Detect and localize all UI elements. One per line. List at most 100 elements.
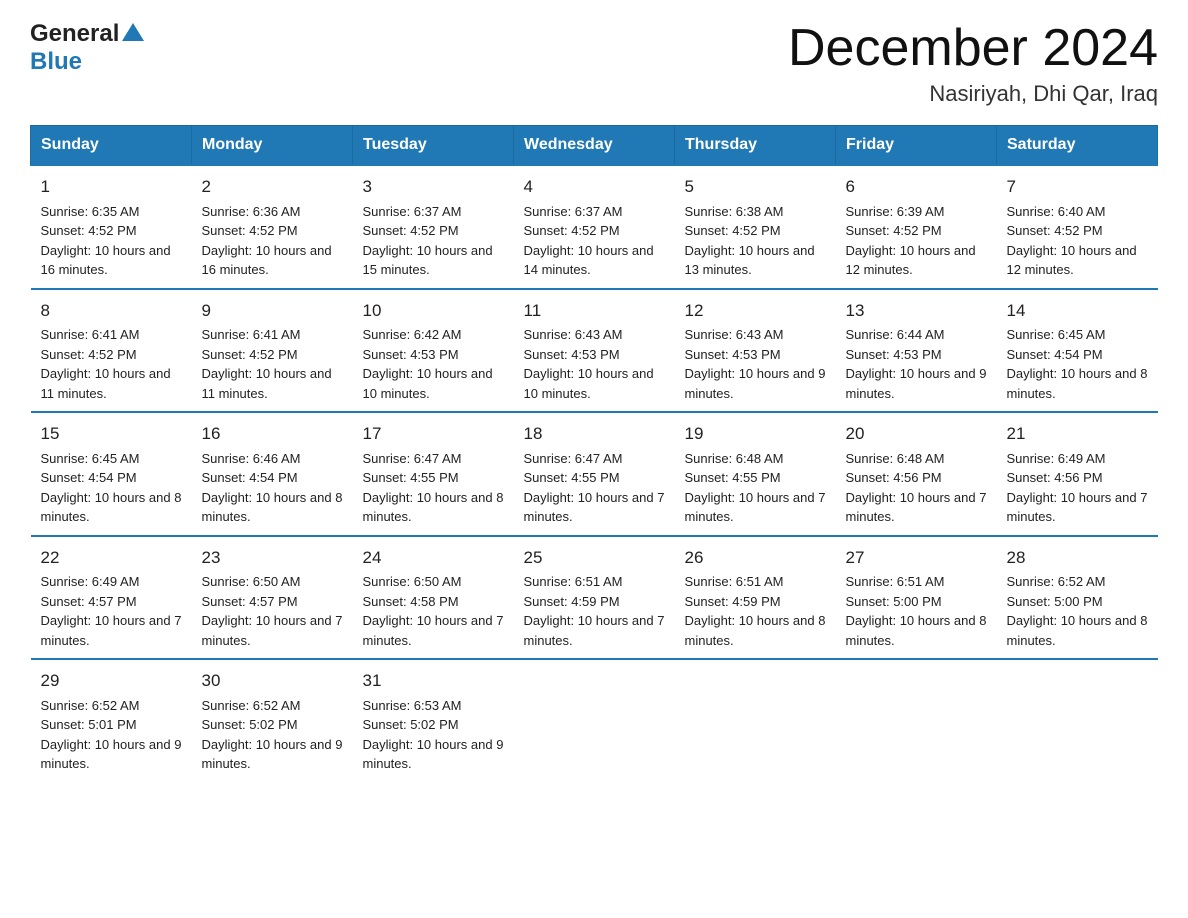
day-number: 4 (524, 174, 665, 200)
sunset-text: Sunset: 5:00 PM (846, 594, 942, 609)
header-day-sunday: Sunday (31, 126, 192, 166)
daylight-text: Daylight: 10 hours and 9 minutes. (685, 366, 826, 401)
day-number: 28 (1007, 545, 1148, 571)
daylight-text: Daylight: 10 hours and 10 minutes. (524, 366, 654, 401)
sunset-text: Sunset: 4:53 PM (363, 347, 459, 362)
title-block: December 2024 Nasiriyah, Dhi Qar, Iraq (788, 20, 1158, 107)
day-number: 24 (363, 545, 504, 571)
sunset-text: Sunset: 5:02 PM (363, 717, 459, 732)
calendar-table: SundayMondayTuesdayWednesdayThursdayFrid… (30, 125, 1158, 782)
sunrise-text: Sunrise: 6:50 AM (202, 574, 301, 589)
day-number: 27 (846, 545, 987, 571)
calendar-cell: 23Sunrise: 6:50 AMSunset: 4:57 PMDayligh… (192, 536, 353, 660)
sunrise-text: Sunrise: 6:41 AM (41, 327, 140, 342)
daylight-text: Daylight: 10 hours and 13 minutes. (685, 243, 815, 278)
daylight-text: Daylight: 10 hours and 9 minutes. (846, 366, 987, 401)
sunset-text: Sunset: 4:53 PM (846, 347, 942, 362)
sunset-text: Sunset: 4:52 PM (41, 223, 137, 238)
daylight-text: Daylight: 10 hours and 7 minutes. (685, 490, 826, 525)
day-number: 11 (524, 298, 665, 324)
sunset-text: Sunset: 5:00 PM (1007, 594, 1103, 609)
sunset-text: Sunset: 4:54 PM (41, 470, 137, 485)
sunrise-text: Sunrise: 6:43 AM (685, 327, 784, 342)
sunset-text: Sunset: 4:52 PM (41, 347, 137, 362)
sunrise-text: Sunrise: 6:38 AM (685, 204, 784, 219)
sunset-text: Sunset: 4:54 PM (1007, 347, 1103, 362)
sunrise-text: Sunrise: 6:52 AM (1007, 574, 1106, 589)
calendar-cell: 1Sunrise: 6:35 AMSunset: 4:52 PMDaylight… (31, 165, 192, 289)
sunrise-text: Sunrise: 6:52 AM (202, 698, 301, 713)
sunset-text: Sunset: 4:56 PM (846, 470, 942, 485)
header-day-friday: Friday (836, 126, 997, 166)
daylight-text: Daylight: 10 hours and 10 minutes. (363, 366, 493, 401)
calendar-cell: 11Sunrise: 6:43 AMSunset: 4:53 PMDayligh… (514, 289, 675, 413)
daylight-text: Daylight: 10 hours and 16 minutes. (41, 243, 171, 278)
sunrise-text: Sunrise: 6:53 AM (363, 698, 462, 713)
calendar-cell: 29Sunrise: 6:52 AMSunset: 5:01 PMDayligh… (31, 659, 192, 782)
sunrise-text: Sunrise: 6:51 AM (846, 574, 945, 589)
calendar-cell: 8Sunrise: 6:41 AMSunset: 4:52 PMDaylight… (31, 289, 192, 413)
sunset-text: Sunset: 4:52 PM (1007, 223, 1103, 238)
sunrise-text: Sunrise: 6:47 AM (524, 451, 623, 466)
day-number: 29 (41, 668, 182, 694)
calendar-cell: 7Sunrise: 6:40 AMSunset: 4:52 PMDaylight… (997, 165, 1158, 289)
day-number: 18 (524, 421, 665, 447)
daylight-text: Daylight: 10 hours and 12 minutes. (846, 243, 976, 278)
calendar-cell: 22Sunrise: 6:49 AMSunset: 4:57 PMDayligh… (31, 536, 192, 660)
sunset-text: Sunset: 4:55 PM (685, 470, 781, 485)
calendar-cell: 17Sunrise: 6:47 AMSunset: 4:55 PMDayligh… (353, 412, 514, 536)
daylight-text: Daylight: 10 hours and 7 minutes. (846, 490, 987, 525)
day-number: 10 (363, 298, 504, 324)
daylight-text: Daylight: 10 hours and 7 minutes. (524, 613, 665, 648)
sunrise-text: Sunrise: 6:35 AM (41, 204, 140, 219)
day-number: 25 (524, 545, 665, 571)
day-number: 30 (202, 668, 343, 694)
sunset-text: Sunset: 4:52 PM (524, 223, 620, 238)
sunrise-text: Sunrise: 6:49 AM (1007, 451, 1106, 466)
logo: General Blue (30, 20, 144, 76)
week-row-4: 22Sunrise: 6:49 AMSunset: 4:57 PMDayligh… (31, 536, 1158, 660)
day-number: 20 (846, 421, 987, 447)
calendar-cell: 16Sunrise: 6:46 AMSunset: 4:54 PMDayligh… (192, 412, 353, 536)
daylight-text: Daylight: 10 hours and 9 minutes. (363, 737, 504, 772)
daylight-text: Daylight: 10 hours and 11 minutes. (41, 366, 171, 401)
day-number: 9 (202, 298, 343, 324)
sunset-text: Sunset: 4:58 PM (363, 594, 459, 609)
day-number: 19 (685, 421, 826, 447)
calendar-cell: 31 Sunrise: 6:53 AM Sunset: 5:02 PM Dayligh… (353, 659, 514, 782)
sunset-text: Sunset: 4:55 PM (524, 470, 620, 485)
calendar-cell: 27Sunrise: 6:51 AMSunset: 5:00 PMDayligh… (836, 536, 997, 660)
calendar-cell: 5Sunrise: 6:38 AMSunset: 4:52 PMDaylight… (675, 165, 836, 289)
daylight-text: Daylight: 10 hours and 7 minutes. (1007, 490, 1148, 525)
day-number: 26 (685, 545, 826, 571)
daylight-text: Daylight: 10 hours and 7 minutes. (363, 613, 504, 648)
daylight-text: Daylight: 10 hours and 11 minutes. (202, 366, 332, 401)
calendar-cell (997, 659, 1158, 782)
daylight-text: Daylight: 10 hours and 7 minutes. (524, 490, 665, 525)
calendar-cell (675, 659, 836, 782)
day-number: 2 (202, 174, 343, 200)
sunrise-text: Sunrise: 6:43 AM (524, 327, 623, 342)
day-number: 14 (1007, 298, 1148, 324)
week-row-3: 15Sunrise: 6:45 AMSunset: 4:54 PMDayligh… (31, 412, 1158, 536)
daylight-text: Daylight: 10 hours and 12 minutes. (1007, 243, 1137, 278)
sunrise-text: Sunrise: 6:42 AM (363, 327, 462, 342)
daylight-text: Daylight: 10 hours and 8 minutes. (1007, 613, 1148, 648)
sunrise-text: Sunrise: 6:47 AM (363, 451, 462, 466)
sunset-text: Sunset: 4:52 PM (363, 223, 459, 238)
sunrise-text: Sunrise: 6:48 AM (685, 451, 784, 466)
calendar-cell: 19 Sunrise: 6:48 AM Sunset: 4:55 PM Dayligh… (675, 412, 836, 536)
sunrise-text: Sunrise: 6:51 AM (685, 574, 784, 589)
sunrise-text: Sunrise: 6:44 AM (846, 327, 945, 342)
day-number: 31 (363, 668, 504, 694)
page-header: General Blue December 2024 Nasiriyah, Dh… (30, 20, 1158, 107)
calendar-cell: 25Sunrise: 6:51 AMSunset: 4:59 PMDayligh… (514, 536, 675, 660)
daylight-text: Daylight: 10 hours and 7 minutes. (202, 613, 343, 648)
sunrise-text: Sunrise: 6:41 AM (202, 327, 301, 342)
daylight-text: Daylight: 10 hours and 8 minutes. (363, 490, 504, 525)
calendar-cell: 28 Sunrise: 6:52 AM Sunset: 5:00 PM Dayligh… (997, 536, 1158, 660)
sunrise-text: Sunrise: 6:36 AM (202, 204, 301, 219)
calendar-cell: 24Sunrise: 6:50 AMSunset: 4:58 PMDayligh… (353, 536, 514, 660)
calendar-cell (514, 659, 675, 782)
calendar-cell: 14Sunrise: 6:45 AMSunset: 4:54 PMDayligh… (997, 289, 1158, 413)
